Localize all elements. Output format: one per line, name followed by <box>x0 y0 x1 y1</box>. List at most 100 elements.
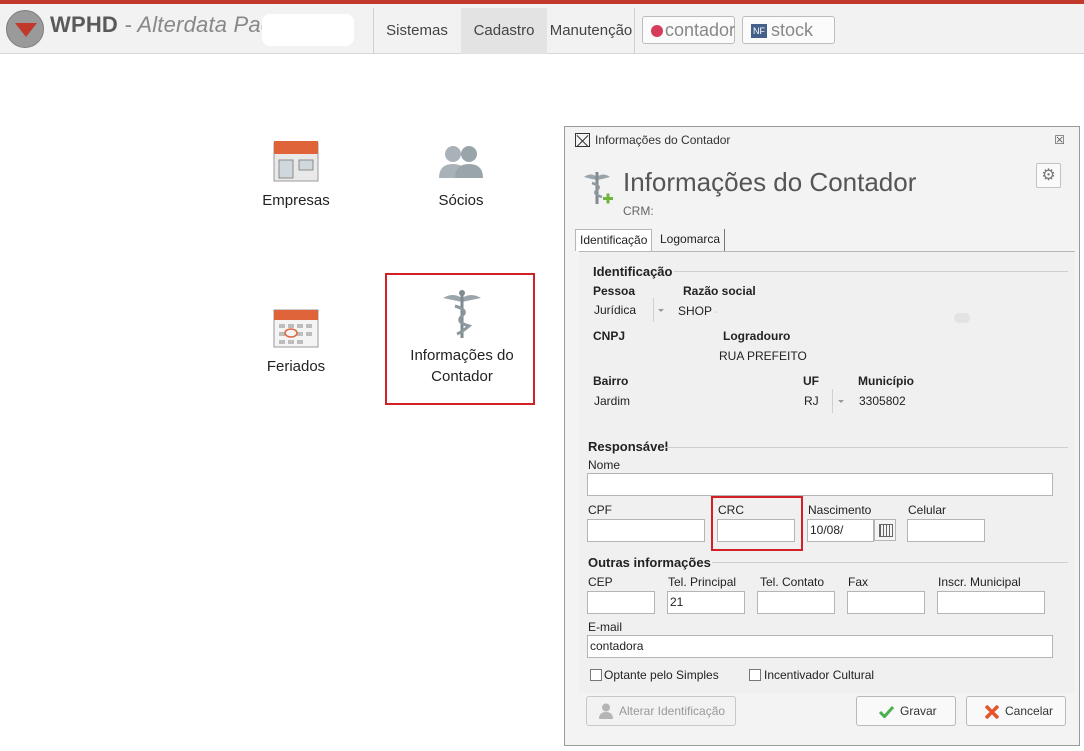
tel-principal-label: Tel. Principal <box>668 575 737 589</box>
caduceus-icon <box>443 290 481 338</box>
tab-logomarca[interactable]: Logomarca <box>656 229 726 251</box>
optante-simples-label: Optante pelo Simples <box>604 668 719 682</box>
gravar-label: Gravar <box>900 704 937 718</box>
tile-socios[interactable]: Sócios <box>411 140 511 212</box>
people-icon <box>439 146 483 178</box>
contador-label: contador <box>665 20 736 40</box>
redacted-area <box>716 300 974 326</box>
razao-social-label: Razão social <box>683 284 756 298</box>
uf-label: UF <box>803 374 819 388</box>
contador-logo-icon <box>651 25 663 37</box>
contador-header-icon <box>584 172 613 204</box>
redacted-area <box>810 345 930 365</box>
cep-label: CEP <box>588 575 613 589</box>
menu-cadastro[interactable]: Cadastro <box>461 8 547 54</box>
section-identificacao: Identificação <box>593 264 673 279</box>
tile-informacoes-label-2: Contador <box>431 368 493 385</box>
field-separator <box>653 298 654 322</box>
uf-value: RJ <box>804 394 819 408</box>
tile-feriados-label: Feriados <box>266 358 326 375</box>
redacted-area <box>954 313 970 323</box>
contador-button[interactable]: contador <box>642 16 735 44</box>
calendar-icon <box>273 309 319 348</box>
redacted-area <box>636 393 712 411</box>
pessoa-value: Jurídica <box>594 303 637 317</box>
email-input[interactable]: contadora <box>587 635 1053 658</box>
section-divider <box>712 562 1068 563</box>
bairro-value: Jardim <box>594 394 631 408</box>
nome-label: Nome <box>588 458 621 472</box>
tile-informacoes-label-1: Informações do <box>410 347 514 364</box>
user-icon <box>599 703 613 719</box>
municipio-value: 3305802 <box>859 394 906 408</box>
redacted-area <box>262 14 354 46</box>
settings-gear-button[interactable]: ⚙ <box>1036 163 1061 188</box>
tile-empresas-label: Empresas <box>262 192 330 209</box>
crc-label: CRC <box>718 503 744 517</box>
menu-sistemas[interactable]: Sistemas <box>374 8 460 54</box>
tile-socios-label: Sócios <box>438 192 484 209</box>
chevron-down-icon[interactable] <box>838 400 844 403</box>
bairro-label: Bairro <box>593 374 629 388</box>
app-title-bold: WPHD <box>50 12 119 37</box>
nascimento-input[interactable]: 10/08/ <box>807 519 874 542</box>
section-outras-informacoes: Outras informações <box>588 555 711 570</box>
menu-divider <box>634 8 635 54</box>
razao-social-value: SHOP - <box>678 304 720 318</box>
celular-input[interactable] <box>907 519 985 542</box>
municipio-label: Município <box>858 374 914 388</box>
tel-principal-input[interactable]: 21 <box>667 591 745 614</box>
cancelar-button[interactable]: Cancelar <box>966 696 1066 726</box>
tel-contato-input[interactable] <box>757 591 835 614</box>
window-app-icon <box>575 133 590 147</box>
fax-input[interactable] <box>847 591 925 614</box>
optante-simples-checkbox[interactable] <box>590 669 602 681</box>
section-divider <box>674 271 1068 272</box>
building-icon <box>273 141 319 182</box>
email-label: E-mail <box>588 620 623 634</box>
checkmark-icon <box>879 705 894 718</box>
cancelar-label: Cancelar <box>1005 704 1054 718</box>
tile-feriados[interactable]: Feriados <box>246 304 346 376</box>
redacted-area <box>906 390 988 416</box>
logradouro-label: Logradouro <box>723 329 791 343</box>
gravar-button[interactable]: Gravar <box>856 696 956 726</box>
cancel-x-icon <box>985 705 999 719</box>
wphd-logo-icon <box>6 10 44 48</box>
tile-informacoes-contador[interactable]: Informações do Contador <box>396 290 528 390</box>
nome-input[interactable] <box>587 473 1053 496</box>
app-title-rest: - Alterdata Pack <box>118 12 284 37</box>
cnpj-label: CNPJ <box>593 329 626 343</box>
alterar-identificacao-label: Alterar Identificação <box>619 704 726 718</box>
inscr-municipal-input[interactable] <box>937 591 1045 614</box>
calendar-picker-icon[interactable] <box>874 519 896 541</box>
dialog-window-title: Informações do Contador <box>595 133 731 147</box>
inscr-municipal-label: Inscr. Municipal <box>938 575 1021 589</box>
incentivador-cultural-checkbox[interactable] <box>749 669 761 681</box>
chevron-down-icon[interactable] <box>658 309 664 312</box>
tel-contato-label: Tel. Contato <box>760 575 825 589</box>
tab-identificacao[interactable]: Identificação <box>575 229 653 251</box>
alterar-identificacao-button[interactable]: Alterar Identificação <box>586 696 736 726</box>
crm-label: CRM: <box>623 204 654 218</box>
nf-badge-icon: NF <box>751 24 767 38</box>
section-divider <box>665 447 1068 448</box>
tile-empresas[interactable]: Empresas <box>246 140 346 212</box>
close-icon[interactable]: ☒ <box>1054 127 1065 153</box>
nascimento-label: Nascimento <box>808 503 872 517</box>
stock-button[interactable]: NF stock <box>742 16 835 44</box>
dialog-heading: Informações do Contador <box>623 167 917 197</box>
crc-input[interactable] <box>717 519 795 542</box>
cep-input[interactable] <box>587 591 655 614</box>
dialog-titlebar: Informações do Contador ☒ <box>565 127 1079 153</box>
pessoa-label: Pessoa <box>593 284 636 298</box>
incentivador-cultural-label: Incentivador Cultural <box>764 668 875 682</box>
redacted-area <box>610 352 706 370</box>
stock-label: stock <box>771 20 814 40</box>
menu-manutencao[interactable]: Manutenção <box>548 8 634 54</box>
app-title: WPHD - Alterdata Pack <box>50 12 283 38</box>
celular-label: Celular <box>908 503 947 517</box>
cpf-label: CPF <box>588 503 612 517</box>
cpf-input[interactable] <box>587 519 705 542</box>
top-bar: WPHD - Alterdata Pack Sistemas Cadastro … <box>0 4 1084 54</box>
